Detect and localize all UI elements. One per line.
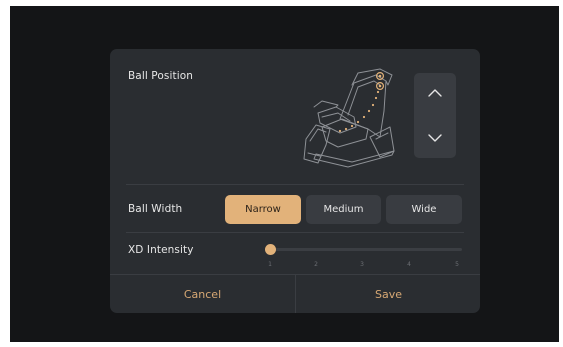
cancel-button[interactable]: Cancel xyxy=(110,275,295,313)
ball-position-adjuster xyxy=(414,73,456,158)
ball-width-medium-button[interactable]: Medium xyxy=(306,195,381,224)
ball-position-down-button[interactable] xyxy=(414,118,456,158)
save-button[interactable]: Save xyxy=(296,275,480,313)
ball-position-up-button[interactable] xyxy=(414,73,456,113)
ball-width-narrow-button[interactable]: Narrow xyxy=(225,195,301,224)
xd-intensity-slider[interactable] xyxy=(264,244,462,255)
chevron-up-icon xyxy=(428,89,442,97)
ball-width-wide-button[interactable]: Wide xyxy=(386,195,462,224)
slider-tick-label: 2 xyxy=(314,261,318,268)
xd-intensity-slider-thumb[interactable] xyxy=(264,244,276,255)
screen-background: Ball Position Ball Width Narrow Medium W… xyxy=(10,6,559,342)
slider-tick-label: 3 xyxy=(360,261,364,268)
slider-tick-label: 5 xyxy=(455,261,459,268)
ball-position-label: Ball Position xyxy=(128,70,193,82)
slider-tick-label: 1 xyxy=(268,261,272,268)
dialog-footer: Cancel Save xyxy=(110,274,480,313)
section-divider xyxy=(126,184,464,185)
xd-intensity-label: XD Intensity xyxy=(128,244,194,256)
ball-settings-dialog: Ball Position Ball Width Narrow Medium W… xyxy=(110,49,480,313)
ball-width-label: Ball Width xyxy=(128,203,183,215)
massage-chair-icon xyxy=(303,68,395,168)
slider-tick-label: 4 xyxy=(407,261,411,268)
section-divider xyxy=(126,232,464,233)
chevron-down-icon xyxy=(428,134,442,142)
